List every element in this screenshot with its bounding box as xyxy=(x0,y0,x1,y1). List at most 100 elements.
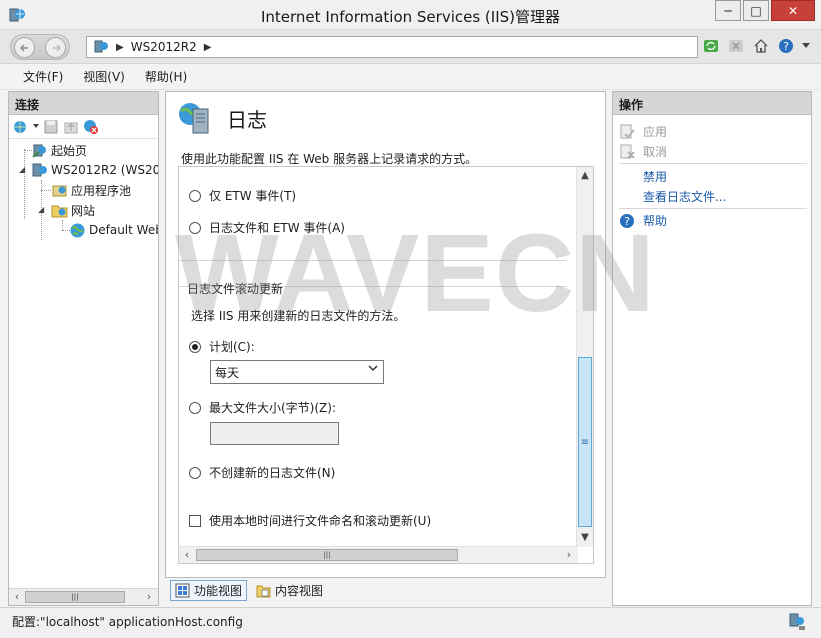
checkbox-label: 使用本地时间进行文件命名和滚动更新(U) xyxy=(209,514,432,528)
features-view-icon xyxy=(175,583,190,598)
tree-item-app-pools[interactable]: 应用程序池 xyxy=(51,180,131,200)
address-separator[interactable]: ▶ xyxy=(204,42,212,53)
refresh-icon[interactable] xyxy=(702,37,720,55)
disconnect-icon[interactable] xyxy=(83,119,99,135)
server-icon xyxy=(32,163,47,176)
radio-label: 最大文件大小(字节)(Z): xyxy=(209,401,336,415)
tab-label: 功能视图 xyxy=(194,584,243,598)
forward-arrow-icon xyxy=(52,44,61,51)
settings-scroll-area[interactable]: 仅 ETW 事件(T) 日志文件和 ETW 事件(A) 日志文件滚动更新 选择 … xyxy=(178,166,594,564)
stop-icon[interactable] xyxy=(727,37,745,55)
cancel-icon xyxy=(620,144,635,159)
apply-icon xyxy=(620,124,635,138)
network-status-icon xyxy=(789,613,805,630)
close-button[interactable]: ✕ xyxy=(771,0,815,21)
radio-button[interactable] xyxy=(189,401,201,414)
address-field[interactable]: ▶ WS2012R2 ▶ xyxy=(86,36,698,58)
help-icon[interactable]: ? xyxy=(777,37,795,55)
scroll-right-icon[interactable]: › xyxy=(562,548,576,562)
window-title: Internet Information Services (IIS)管理器 xyxy=(260,8,561,26)
save-icon[interactable] xyxy=(43,119,59,135)
radio-button[interactable] xyxy=(189,466,201,479)
schedule-select[interactable]: 每天 xyxy=(210,360,384,384)
tab-features-view[interactable]: 功能视图 xyxy=(170,580,248,601)
action-label: 查看日志文件... xyxy=(643,190,727,204)
menu-file[interactable]: 文件(F) xyxy=(23,68,63,85)
svg-text:?: ? xyxy=(624,215,630,228)
tree-label: WS2012R2 (WS201 xyxy=(51,163,158,177)
radio-max-size[interactable]: 最大文件大小(字节)(Z): xyxy=(189,399,336,416)
globe-icon xyxy=(70,223,85,237)
content-view-icon xyxy=(256,585,271,598)
menu-help[interactable]: 帮助(H) xyxy=(145,68,187,85)
radio-schedule[interactable]: 计划(C): xyxy=(189,338,255,355)
maximize-button[interactable]: □ xyxy=(743,0,769,21)
tree-label: 应用程序池 xyxy=(71,183,132,198)
tree-item-server[interactable]: WS2012R2 (WS201 xyxy=(31,160,158,180)
nav-buttons xyxy=(10,34,70,60)
tree-item-sites[interactable]: 网站 xyxy=(51,200,95,220)
chevron-down-icon[interactable] xyxy=(802,37,810,55)
collapse-icon[interactable]: ◢ xyxy=(38,205,44,214)
scroll-thumb[interactable]: ||| xyxy=(25,591,125,603)
connect-globe-icon[interactable] xyxy=(13,119,29,135)
local-time-checkbox-row[interactable]: 使用本地时间进行文件命名和滚动更新(U) xyxy=(189,512,431,529)
page-title: 日志 xyxy=(227,107,267,132)
local-time-checkbox[interactable] xyxy=(189,514,201,527)
tree-item-default-site[interactable]: Default Web xyxy=(69,220,158,240)
sites-folder-icon xyxy=(51,205,68,217)
actions-panel: 操作 应用 取消 禁用 查看日志文件... ? 帮助 xyxy=(612,91,812,606)
connections-panel: 连接 起始页 ◢ WS2012R2 (WS201 应用程序池 ◢ 网站 Defa… xyxy=(8,91,159,606)
scroll-thumb[interactable]: ||| xyxy=(196,549,458,561)
scroll-thumb[interactable]: ≡ xyxy=(578,357,592,527)
connections-tree: 起始页 ◢ WS2012R2 (WS201 应用程序池 ◢ 网站 Default… xyxy=(9,139,158,579)
tab-content-view[interactable]: 内容视图 xyxy=(251,580,328,601)
status-bar: 配置:"localhost" applicationHost.config xyxy=(0,607,821,638)
tree-label: Default Web xyxy=(89,223,158,237)
home-icon[interactable] xyxy=(752,37,770,55)
radio-label: 计划(C): xyxy=(209,340,255,354)
scroll-right-icon[interactable]: › xyxy=(142,590,156,604)
collapse-icon[interactable]: ◢ xyxy=(19,165,25,174)
up-level-icon[interactable] xyxy=(63,119,79,135)
tab-label: 内容视图 xyxy=(275,584,324,598)
chevron-down-icon[interactable] xyxy=(33,119,39,135)
connections-hscrollbar[interactable]: ‹ ||| › xyxy=(9,588,158,605)
scroll-left-icon[interactable]: ‹ xyxy=(10,590,24,604)
scroll-left-icon[interactable]: ‹ xyxy=(180,548,194,562)
server-icon xyxy=(94,40,108,53)
action-apply[interactable]: 应用 xyxy=(619,123,667,140)
back-button[interactable] xyxy=(14,37,35,58)
action-label: 应用 xyxy=(643,125,668,139)
logging-feature-panel: 日志 使用此功能配置 IIS 在 Web 服务器上记录请求的方式。 仅 ETW … xyxy=(165,91,606,578)
back-arrow-icon xyxy=(19,44,28,51)
radio-no-new-file[interactable]: 不创建新的日志文件(N) xyxy=(189,464,335,481)
select-value: 每天 xyxy=(215,366,240,380)
action-help[interactable]: ? 帮助 xyxy=(619,212,667,229)
minimize-button[interactable]: ─ xyxy=(715,0,741,21)
title-bar: Internet Information Services (IIS)管理器 ─… xyxy=(0,0,821,30)
scroll-down-icon[interactable]: ▼ xyxy=(578,531,592,545)
log-event-group xyxy=(179,167,567,261)
view-tabs: 功能视图 内容视图 xyxy=(170,580,332,601)
max-size-input[interactable] xyxy=(210,422,339,445)
app-pool-icon xyxy=(52,185,67,196)
help-icon: ? xyxy=(620,213,634,228)
settings-hscrollbar[interactable]: ‹ ||| › xyxy=(179,546,578,563)
address-path-server[interactable]: WS2012R2 xyxy=(131,40,197,54)
menu-view[interactable]: 视图(V) xyxy=(83,68,125,85)
action-cancel[interactable]: 取消 xyxy=(619,143,667,160)
page-description: 使用此功能配置 IIS 在 Web 服务器上记录请求的方式。 xyxy=(181,152,478,166)
action-view-log-files[interactable]: 查看日志文件... xyxy=(643,188,726,205)
radio-label: 不创建新的日志文件(N) xyxy=(209,466,336,480)
action-disable[interactable]: 禁用 xyxy=(643,168,667,185)
tree-item-start-page[interactable]: 起始页 xyxy=(31,140,87,160)
radio-button[interactable] xyxy=(189,340,201,353)
settings-vscrollbar[interactable]: ▲ ≡ ▼ xyxy=(576,167,593,547)
chevron-down-icon xyxy=(368,365,378,372)
start-page-icon xyxy=(32,144,46,158)
rollover-group-title: 日志文件滚动更新 xyxy=(187,282,284,296)
address-separator[interactable]: ▶ xyxy=(116,42,124,53)
scroll-up-icon[interactable]: ▲ xyxy=(578,169,592,183)
forward-button[interactable] xyxy=(45,37,66,58)
